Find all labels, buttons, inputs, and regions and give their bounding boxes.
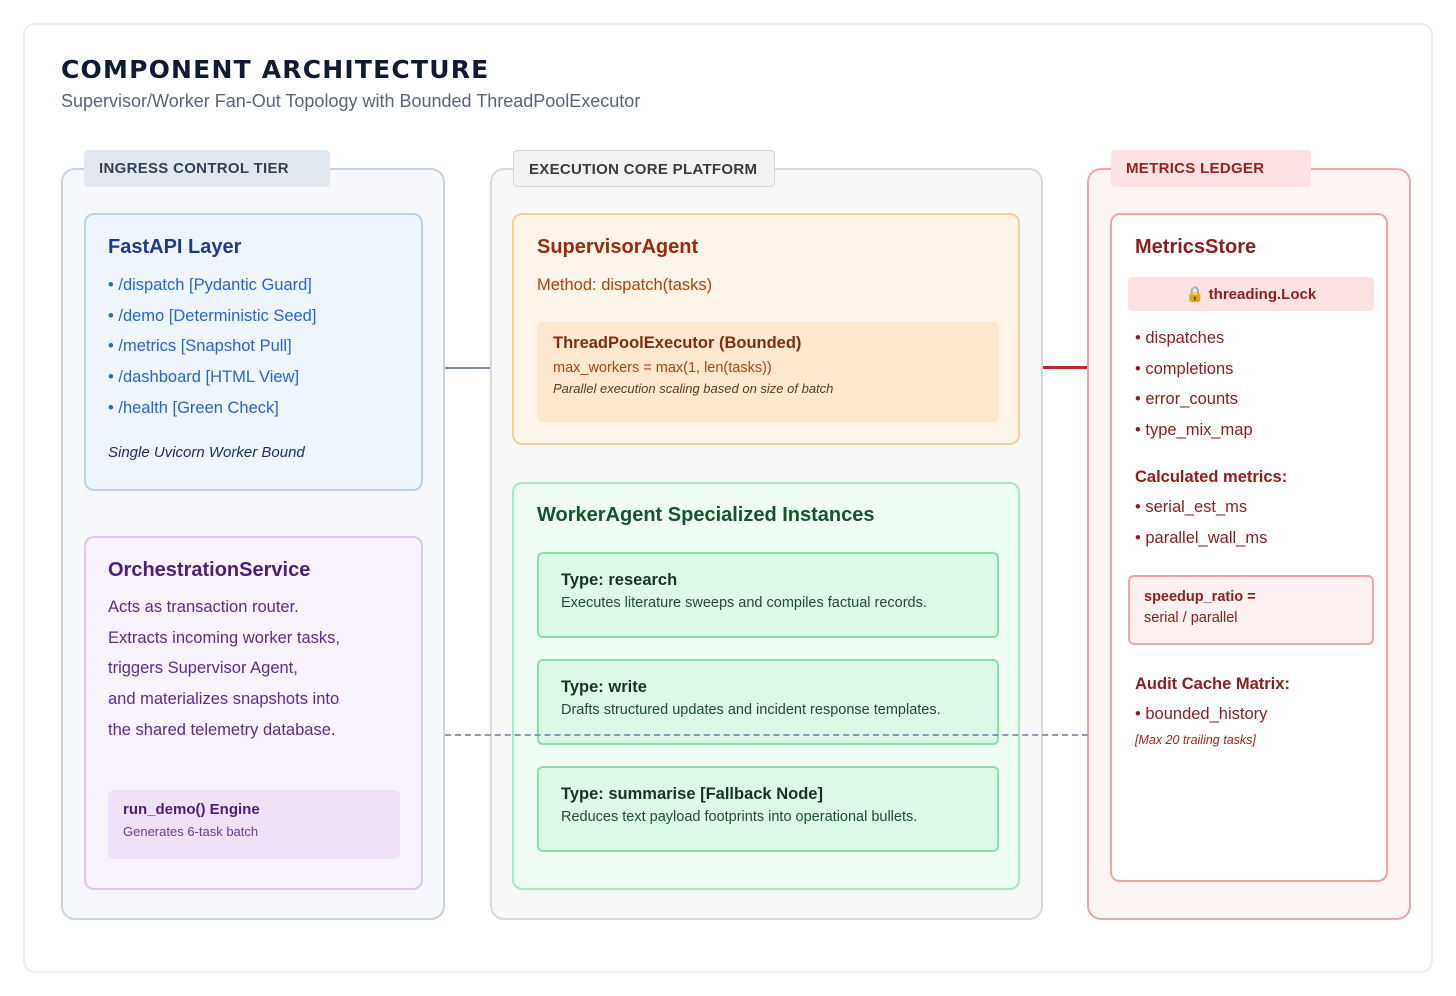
worker-type-summarise: Type: summarise [Fallback Node] Reduces … [537, 766, 999, 852]
orchestration-service-card: OrchestrationService Acts as transaction… [84, 536, 423, 890]
telemetry-dashed-connector [445, 734, 1088, 736]
threadpool-code: max_workers = max(1, len(tasks)) [553, 360, 772, 376]
execution-tier-label: EXECUTION CORE PLATFORM [513, 150, 775, 187]
route-item: • /health [Green Check] [108, 398, 279, 417]
ratio-title: speedup_ratio = [1144, 589, 1256, 605]
speedup-ratio-box: speedup_ratio = serial / parallel [1128, 575, 1374, 645]
worker-type-title: Type: research [561, 571, 678, 589]
counter-list: • dispatches • completions • error_count… [1135, 329, 1253, 452]
counter-item: • dispatches [1135, 329, 1225, 347]
description-line: the shared telemetry database. [108, 720, 336, 739]
threadpool-box: ThreadPoolExecutor (Bounded) max_workers… [537, 322, 999, 422]
worker-type-title: Type: summarise [Fallback Node] [561, 785, 823, 803]
ratio-formula: serial / parallel [1144, 610, 1238, 626]
route-item: • /metrics [Snapshot Pull] [108, 337, 292, 356]
worker-type-write: Type: write Drafts structured updates an… [537, 659, 999, 745]
supervisor-method: Method: dispatch(tasks) [537, 276, 713, 294]
metrics-tier-label: METRICS LEDGER [1111, 150, 1311, 187]
counter-item: • completions [1135, 359, 1234, 378]
fastapi-note: Single Uvicorn Worker Bound [108, 444, 305, 462]
description-line: triggers Supervisor Agent, [108, 659, 298, 678]
audit-cache-heading: Audit Cache Matrix: [1135, 675, 1290, 693]
audit-list: • bounded_history [1135, 705, 1267, 736]
lock-icon: 🔒 [1185, 286, 1205, 303]
worker-type-desc: Reduces text payload footprints into ope… [561, 809, 918, 825]
ingress-to-execution-connector [445, 367, 491, 369]
metrics-store-card: MetricsStore 🔒 threading.Lock • dispatch… [1110, 213, 1388, 882]
route-item: • /dispatch [Pydantic Guard] [108, 276, 312, 294]
worker-agent-card: WorkerAgent Specialized Instances Type: … [512, 482, 1020, 890]
route-item: • /dashboard [HTML View] [108, 368, 300, 387]
orchestration-description: Acts as transaction router. Extracts inc… [108, 598, 421, 751]
page-subtitle: Supervisor/Worker Fan-Out Topology with … [61, 91, 641, 111]
execution-to-metrics-connector [1042, 366, 1088, 369]
audit-note: [Max 20 trailing tasks] [1135, 733, 1256, 747]
engine-title: run_demo() Engine [123, 801, 260, 818]
counter-item: • error_counts [1135, 390, 1238, 409]
worker-type-research: Type: research Executes literature sweep… [537, 552, 999, 638]
worker-type-desc: Drafts structured updates and incident r… [561, 702, 941, 718]
route-list: • /dispatch [Pydantic Guard] • /demo [De… [108, 276, 421, 429]
calculated-item: • parallel_wall_ms [1135, 528, 1268, 547]
route-item: • /demo [Deterministic Seed] [108, 306, 317, 325]
page-title: COMPONENT ARCHITECTURE [61, 55, 490, 84]
supervisor-title: SupervisorAgent [537, 236, 699, 258]
threadpool-note: Parallel execution scaling based on size… [553, 381, 834, 396]
calculated-metrics-heading: Calculated metrics: [1135, 468, 1288, 486]
audit-item: • bounded_history [1135, 705, 1268, 723]
threadpool-title: ThreadPoolExecutor (Bounded) [553, 334, 802, 352]
calculated-metrics-list: • serial_est_ms • parallel_wall_ms [1135, 498, 1267, 559]
ingress-tier-label: INGRESS CONTROL TIER [84, 150, 330, 187]
run-demo-engine-box: run_demo() Engine Generates 6-task batch [108, 790, 400, 859]
worker-type-desc: Executes literature sweeps and compiles … [561, 595, 927, 611]
calculated-item: • serial_est_ms [1135, 498, 1248, 516]
engine-subtitle: Generates 6-task batch [123, 824, 259, 839]
description-line: and materializes snapshots into [108, 690, 340, 709]
lock-label: threading.Lock [1208, 286, 1317, 303]
description-line: Extracts incoming worker tasks, [108, 628, 340, 647]
metrics-store-title: MetricsStore [1135, 236, 1257, 258]
description-line: Acts as transaction router. [108, 598, 299, 616]
worker-title: WorkerAgent Specialized Instances [537, 504, 875, 526]
fastapi-layer-card: FastAPI Layer • /dispatch [Pydantic Guar… [84, 213, 423, 491]
orchestration-title: OrchestrationService [108, 559, 311, 581]
threading-lock-bar: 🔒 threading.Lock [1128, 277, 1374, 311]
counter-item: • type_mix_map [1135, 421, 1253, 440]
supervisor-agent-card: SupervisorAgent Method: dispatch(tasks) … [512, 213, 1020, 445]
worker-type-title: Type: write [561, 678, 647, 696]
fastapi-title: FastAPI Layer [108, 236, 242, 258]
